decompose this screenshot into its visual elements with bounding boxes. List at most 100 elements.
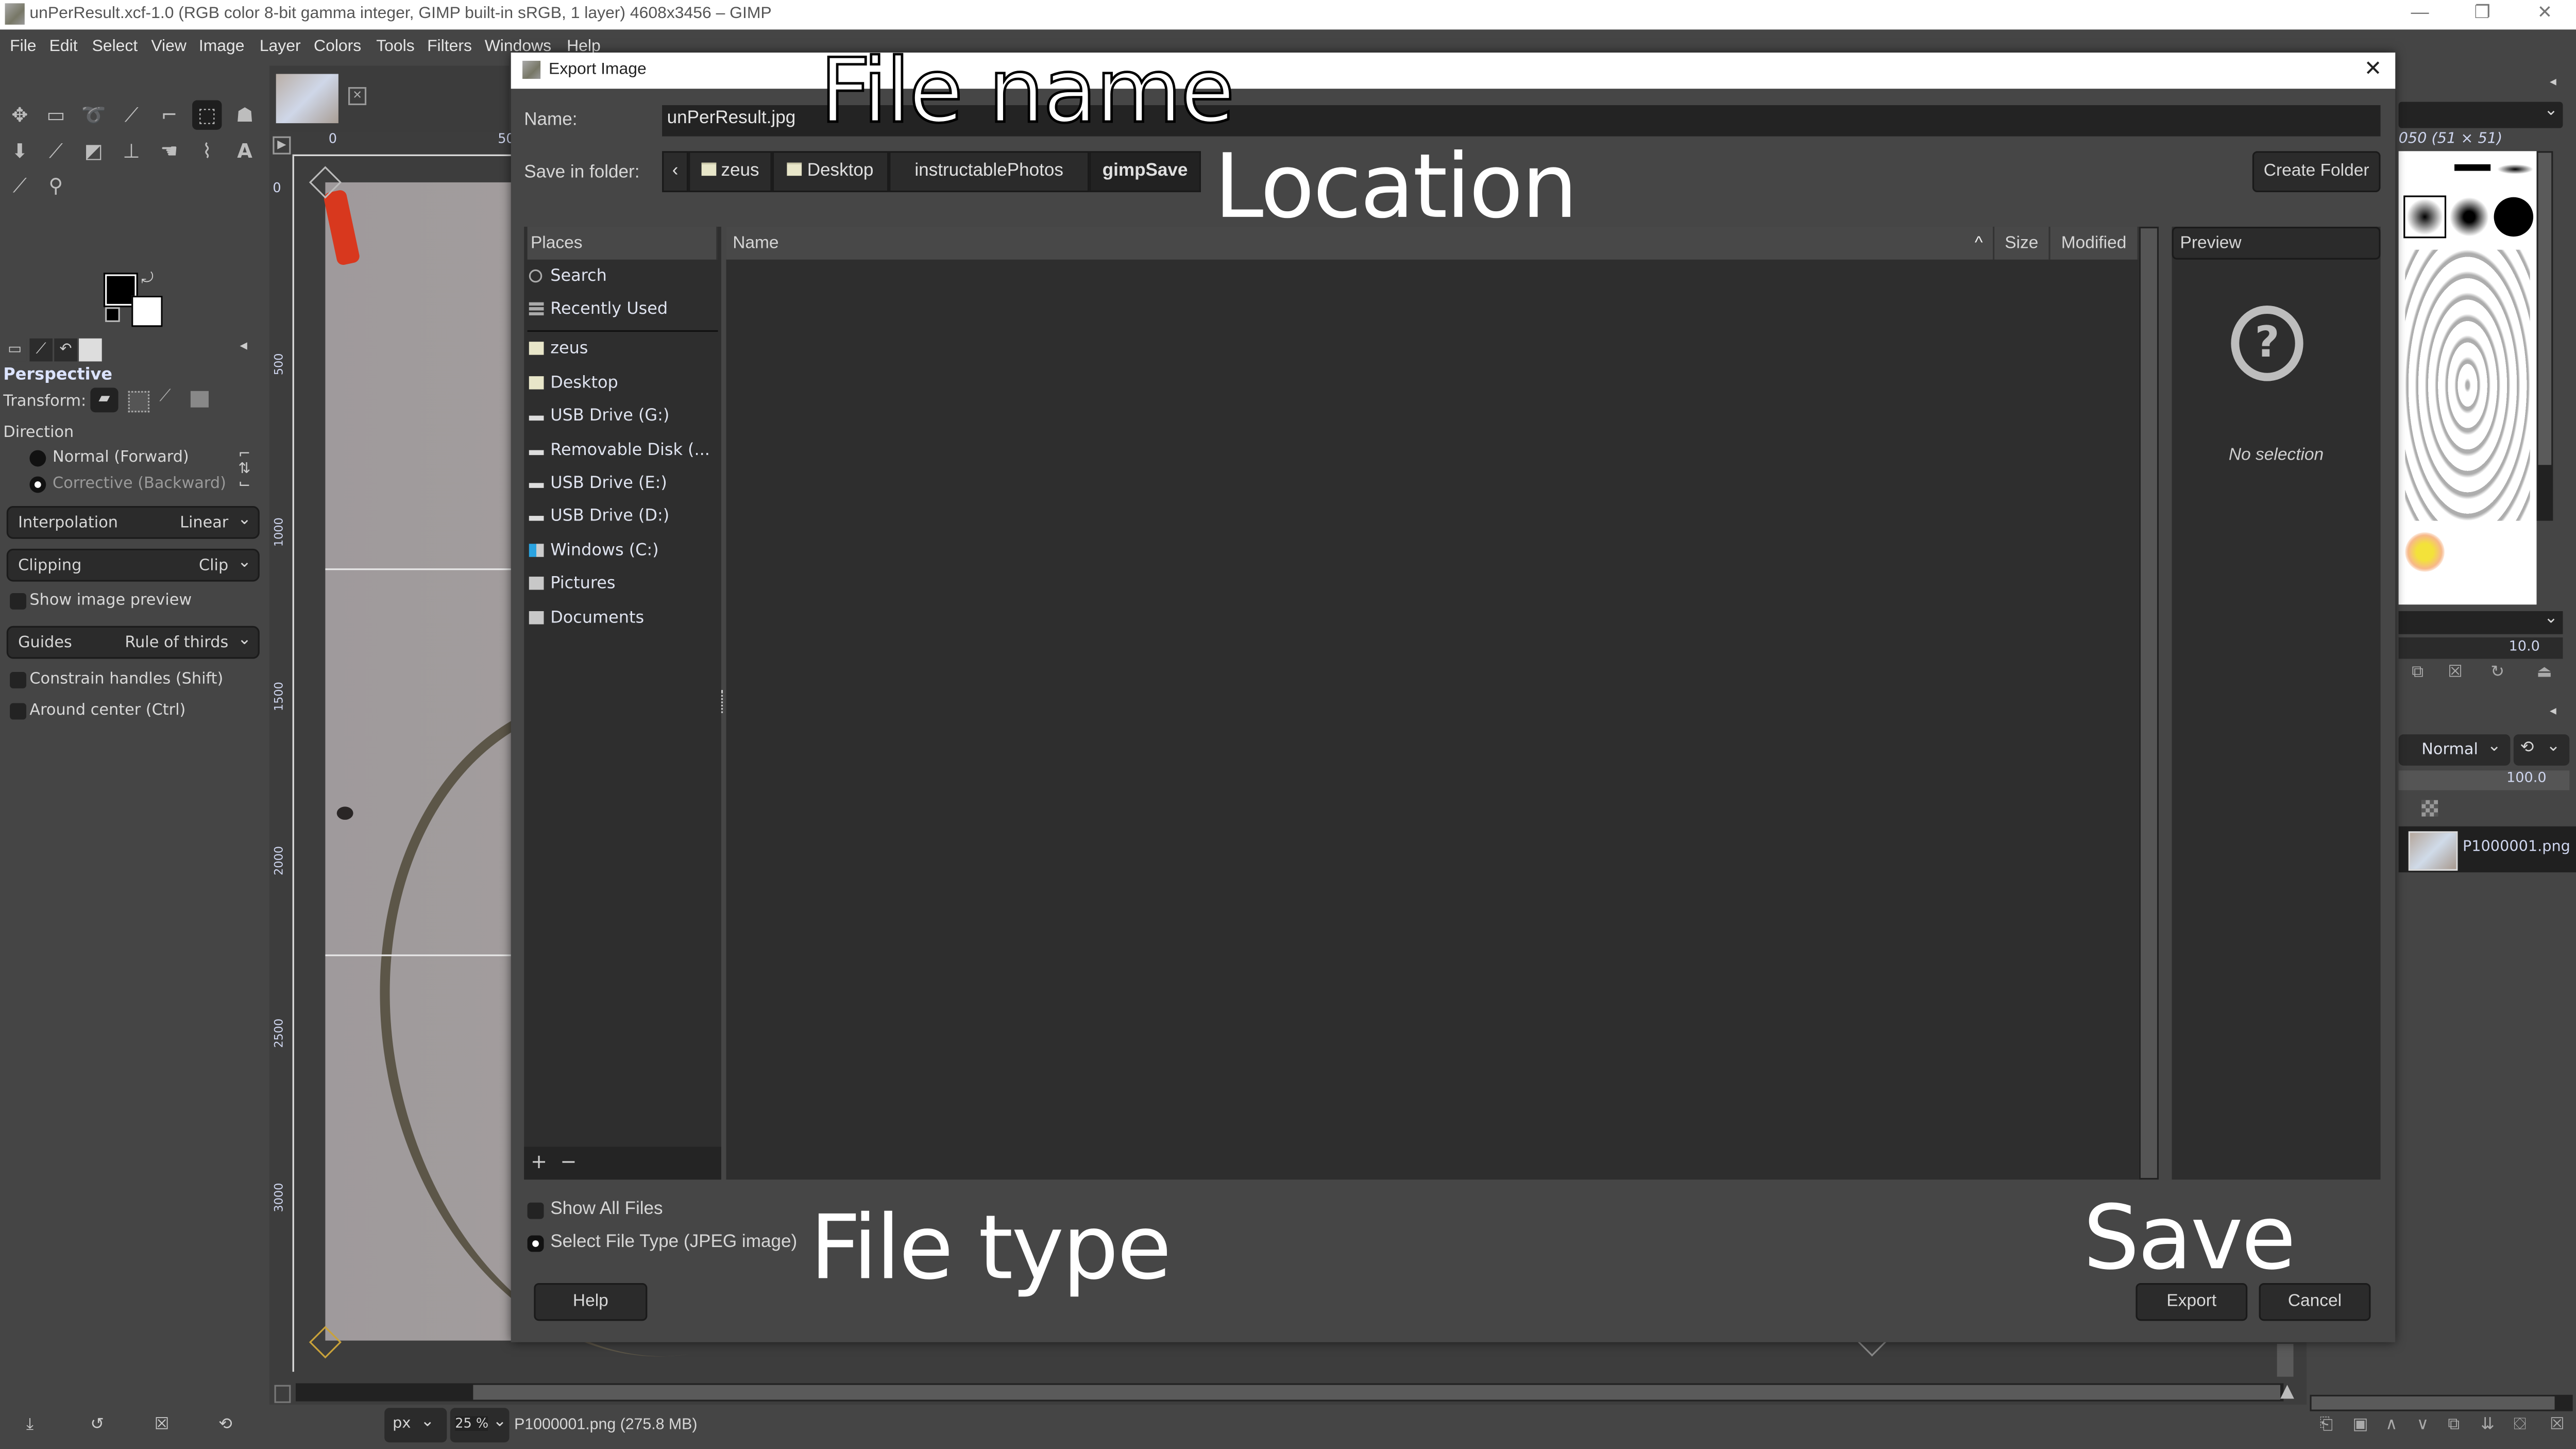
rect-select-tool-icon[interactable]: ▭: [41, 100, 71, 129]
restore-button[interactable]: ❐: [2451, 0, 2514, 29]
brush-item[interactable]: [2454, 164, 2491, 171]
place-search[interactable]: Search: [524, 263, 721, 292]
select-file-type-expander[interactable]: [527, 1235, 544, 1252]
minimize-button[interactable]: —: [2388, 0, 2451, 29]
transform-selection-icon[interactable]: [128, 391, 150, 413]
close-image-tab-icon[interactable]: ✕: [348, 87, 367, 106]
tool-options-tab-icon[interactable]: ▭: [3, 338, 27, 362]
opacity-spinner[interactable]: 100.0: [2398, 770, 2570, 790]
quick-mask-menu-icon[interactable]: ▶: [273, 136, 291, 155]
zoom-tool-icon[interactable]: ⚲: [41, 171, 71, 200]
move-tool-icon[interactable]: ✥: [5, 100, 35, 129]
restore-options-icon[interactable]: ↺: [90, 1416, 104, 1434]
device-status-tab-icon[interactable]: ⟋: [29, 338, 53, 362]
place-windows-c[interactable]: Windows (C:): [524, 537, 721, 567]
crop-tool-icon[interactable]: ⌐: [155, 100, 184, 129]
dock-menu-icon[interactable]: ◂: [240, 339, 247, 355]
file-list[interactable]: Name ^ Size Modified: [726, 226, 2159, 1180]
merge-layer-icon[interactable]: ⇊: [2481, 1416, 2495, 1434]
menu-edit[interactable]: Edit: [49, 38, 78, 56]
brush-grid[interactable]: [2398, 151, 2537, 605]
perspective-tool-icon[interactable]: ⬚: [192, 100, 222, 130]
refresh-brushes-icon[interactable]: ↻: [2490, 664, 2504, 682]
transform-layer-icon[interactable]: ▰: [90, 387, 118, 413]
place-removable-disk[interactable]: Removable Disk (...: [524, 437, 721, 466]
transform-image-icon[interactable]: [190, 391, 209, 408]
place-usb-g[interactable]: USB Drive (G:): [524, 402, 721, 432]
delete-layer-icon[interactable]: ☒: [2550, 1416, 2565, 1434]
fuzzy-select-tool-icon[interactable]: ⟋: [116, 100, 146, 129]
brush-item[interactable]: [2494, 197, 2534, 237]
dock-menu-icon[interactable]: ◂: [2550, 74, 2556, 89]
breadcrumb-zeus[interactable]: zeus: [688, 151, 772, 193]
horizontal-scrollbar[interactable]: [295, 1383, 2284, 1402]
clipping-select[interactable]: Clipping Clip ⌄: [6, 548, 260, 582]
place-usb-d[interactable]: USB Drive (D:): [524, 503, 721, 532]
lower-layer-icon[interactable]: ∨: [2417, 1416, 2429, 1434]
menu-filters[interactable]: Filters: [427, 38, 472, 56]
clone-tool-icon[interactable]: ⊥: [116, 137, 146, 166]
breadcrumb-instructablephotos[interactable]: instructablePhotos: [889, 151, 1090, 193]
layer-mask-icon[interactable]: ⛋: [2514, 1416, 2526, 1434]
remove-bookmark-icon[interactable]: −: [560, 1150, 577, 1173]
open-brush-icon[interactable]: ⏏: [2536, 664, 2552, 682]
delete-options-icon[interactable]: ☒: [155, 1416, 170, 1434]
dock-menu-icon[interactable]: ◂: [2550, 703, 2556, 718]
menu-colors[interactable]: Colors: [314, 38, 361, 56]
raise-layer-icon[interactable]: ∧: [2385, 1416, 2397, 1434]
menu-file[interactable]: File: [10, 38, 36, 56]
bucket-fill-tool-icon[interactable]: ⬇: [5, 137, 35, 166]
paintbrush-tool-icon[interactable]: ⟋: [41, 137, 71, 166]
images-tab-icon[interactable]: [79, 338, 102, 362]
menu-layer[interactable]: Layer: [260, 38, 301, 56]
zoom-lock-icon[interactable]: [274, 1385, 291, 1403]
brush-scrollbar[interactable]: [2536, 151, 2553, 521]
file-list-scrollbar[interactable]: [2139, 226, 2159, 1180]
default-colors-icon[interactable]: [105, 307, 120, 322]
text-tool-icon[interactable]: A: [230, 137, 259, 166]
reset-options-icon[interactable]: ⟲: [218, 1416, 232, 1434]
show-all-files-checkbox[interactable]: [527, 1202, 544, 1219]
menu-tools[interactable]: Tools: [376, 38, 414, 56]
vertical-scrollbar[interactable]: [2277, 1343, 2294, 1377]
transform-path-icon[interactable]: ⟋: [159, 387, 171, 406]
save-options-icon[interactable]: ⤓: [26, 1416, 33, 1434]
menu-select[interactable]: Select: [92, 38, 138, 56]
new-layer-group-icon[interactable]: ▣: [2352, 1416, 2368, 1434]
select-file-type-label[interactable]: Select File Type (JPEG image): [550, 1232, 797, 1252]
breadcrumb-desktop[interactable]: Desktop: [772, 151, 889, 193]
column-header-size[interactable]: Size: [1994, 226, 2050, 260]
layer-row[interactable]: P1000001.png: [2398, 826, 2576, 872]
zoom-select[interactable]: 25 % ⌄: [450, 1408, 510, 1443]
eraser-tool-icon[interactable]: ◩: [79, 137, 108, 166]
place-desktop[interactable]: Desktop: [524, 369, 721, 399]
direction-normal-radio[interactable]: [29, 450, 46, 467]
lock-alpha-icon[interactable]: [2421, 800, 2438, 817]
place-usb-e[interactable]: USB Drive (E:): [524, 470, 721, 499]
navigate-icon[interactable]: ▲: [2280, 1380, 2294, 1401]
free-select-tool-icon[interactable]: ➰: [79, 100, 108, 129]
place-pictures[interactable]: Pictures: [524, 570, 721, 599]
brush-item[interactable]: [2405, 532, 2445, 572]
brush-item[interactable]: [2449, 197, 2489, 237]
brush-tag-select[interactable]: ⌄: [2398, 610, 2563, 634]
duplicate-brush-icon[interactable]: ⧉: [2412, 664, 2424, 682]
delete-brush-icon[interactable]: ☒: [2448, 664, 2463, 682]
menu-image[interactable]: Image: [199, 38, 245, 56]
create-folder-button[interactable]: Create Folder: [2252, 151, 2381, 193]
show-preview-checkbox[interactable]: [10, 593, 27, 610]
swap-colors-icon[interactable]: ⤾: [141, 271, 154, 288]
column-header-modified[interactable]: Modified: [2050, 226, 2139, 260]
vertical-ruler[interactable]: 0 500 1000 1500 2000 2500 3000: [269, 156, 294, 1372]
constrain-handles-checkbox[interactable]: [10, 671, 27, 688]
image-tab-thumbnail[interactable]: [276, 74, 338, 124]
duplicate-layer-icon[interactable]: ⧉: [2448, 1416, 2460, 1434]
composite-mode-select[interactable]: ⟲ ⌄: [2513, 734, 2570, 766]
interpolation-select[interactable]: Interpolation Linear ⌄: [6, 506, 260, 539]
brush-spacing-spinner[interactable]: 10.0: [2398, 637, 2563, 659]
place-recently-used[interactable]: Recently Used: [524, 296, 721, 325]
color-picker-tool-icon[interactable]: ⟋: [5, 171, 35, 200]
guides-select[interactable]: Guides Rule of thirds ⌄: [6, 626, 260, 659]
paths-tool-icon[interactable]: ⌇: [192, 137, 222, 166]
direction-toggle-icon[interactable]: ⌐ ⇅ ⌙: [238, 448, 250, 493]
